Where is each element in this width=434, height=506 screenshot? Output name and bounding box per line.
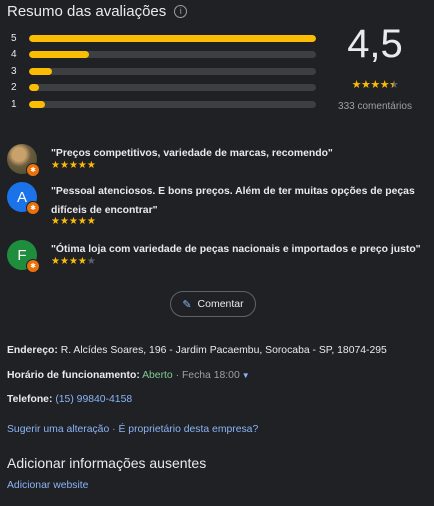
suggest-edit-link[interactable]: Sugerir uma alteração xyxy=(7,424,109,435)
phone-link[interactable]: (15) 99840-4158 xyxy=(55,394,132,405)
star-icon: ★ xyxy=(68,216,78,227)
review-snippet[interactable]: F ✱ "Ótima loja com variedade de peças nac… xyxy=(7,240,427,276)
comment-button-label: Comentar xyxy=(197,298,244,310)
review-snippet[interactable]: A ✱ "Pessoal atenciosos. E bons preços. Al… xyxy=(7,182,427,234)
review-stars: ★★★★★ xyxy=(51,160,96,171)
hours-row[interactable]: Horário de funcionamento: Aberto · Fecha… xyxy=(7,370,250,381)
star-icon: ★ xyxy=(51,216,60,227)
rating-bar-label: 1 xyxy=(11,98,17,110)
star-icon: ★ xyxy=(68,256,78,267)
local-guide-badge-icon: ✱ xyxy=(26,163,40,177)
star-icon: ★ xyxy=(77,216,87,227)
rating-bar-label: 3 xyxy=(11,65,17,77)
rating-bar-label: 4 xyxy=(11,49,17,61)
star-icon: ★ xyxy=(59,160,69,171)
half-star-icon: ★ xyxy=(389,79,399,91)
review-count-link[interactable]: 333 comentários xyxy=(330,101,420,112)
star-icon: ★ xyxy=(351,79,362,91)
rating-distribution: 5 4 3 2 1 xyxy=(11,30,316,113)
rating-bar-fill xyxy=(29,51,90,59)
comment-button[interactable]: ✎ Comentar xyxy=(170,291,256,317)
star-icon: ★ xyxy=(77,160,87,171)
owner-link[interactable]: É proprietário desta empresa? xyxy=(118,424,258,435)
rating-bar-3[interactable]: 3 xyxy=(11,63,316,80)
star-icon: ★ xyxy=(86,256,96,267)
rating-bar-fill xyxy=(29,34,316,42)
rating-bar-2[interactable]: 2 xyxy=(11,80,316,97)
info-icon[interactable]: i xyxy=(174,5,188,18)
rating-bar-fill xyxy=(29,84,40,92)
star-icon: ★ xyxy=(59,216,69,227)
review-snippet[interactable]: ✱ "Preços competitivos, variedade de marc… xyxy=(7,144,427,180)
rating-bar-fill xyxy=(29,100,45,108)
hours-label: Horário de funcionamento: xyxy=(7,370,140,381)
rating-bar-label: 2 xyxy=(11,82,17,94)
chevron-down-icon[interactable]: ▼ xyxy=(242,371,250,380)
star-icon: ★ xyxy=(51,256,60,267)
star-icon: ★ xyxy=(360,79,371,91)
local-guide-badge-icon: ✱ xyxy=(26,259,40,273)
star-icon: ★ xyxy=(68,160,78,171)
address-value[interactable]: R. Alcídes Soares, 196 - Jardim Pacaembu… xyxy=(58,345,387,356)
star-icon: ★ xyxy=(86,160,96,171)
add-website-link[interactable]: Adicionar website xyxy=(7,480,88,491)
rating-bar-4[interactable]: 4 xyxy=(11,47,316,64)
average-rating: 4,5 xyxy=(347,22,403,66)
address-label: Endereço: xyxy=(7,345,58,356)
star-icon: ★ xyxy=(51,160,60,171)
star-icon: ★ xyxy=(370,79,380,91)
rating-bar-track xyxy=(29,51,316,59)
rating-bar-fill xyxy=(29,67,52,75)
missing-info-title: Adicionar informações ausentes xyxy=(7,455,207,471)
rating-bar-track xyxy=(29,67,316,75)
rating-bar-label: 5 xyxy=(11,32,17,44)
star-icon: ★ xyxy=(86,216,96,227)
rating-bar-5[interactable]: 5 xyxy=(11,30,316,47)
average-stars: ★★★★★ xyxy=(330,78,420,91)
star-icon: ★ xyxy=(59,256,69,267)
rating-bar-track xyxy=(29,100,316,108)
star-icon: ★ xyxy=(77,256,87,267)
rating-bar-track xyxy=(29,34,316,42)
reviews-summary-title-text: Resumo das avaliações xyxy=(7,3,167,20)
review-text: "Ótima loja com variedade de peças nacio… xyxy=(51,244,421,255)
pencil-icon: ✎ xyxy=(182,298,192,311)
rating-bar-track xyxy=(29,84,316,92)
rating-bar-1[interactable]: 1 xyxy=(11,96,316,113)
review-stars: ★★★★★ xyxy=(51,216,96,227)
suggest-row: Sugerir uma alteração · É proprietário d… xyxy=(7,424,258,435)
review-text: "Preços competitivos, variedade de marca… xyxy=(51,148,333,159)
star-icon: ★ xyxy=(379,79,390,91)
reviews-summary-title: Resumo das avaliações i xyxy=(7,3,188,20)
local-guide-badge-icon: ✱ xyxy=(26,201,40,215)
phone-row: Telefone: (15) 99840-4158 xyxy=(7,394,132,405)
phone-label: Telefone: xyxy=(7,394,53,405)
hours-status: Aberto xyxy=(139,370,173,381)
review-stars: ★★★★★ xyxy=(51,256,96,267)
hours-detail: · Fecha 18:00 xyxy=(172,370,240,381)
address-row: Endereço: R. Alcídes Soares, 196 - Jardi… xyxy=(7,345,387,356)
review-text: "Pessoal atenciosos. E bons preços. Além… xyxy=(51,186,415,216)
